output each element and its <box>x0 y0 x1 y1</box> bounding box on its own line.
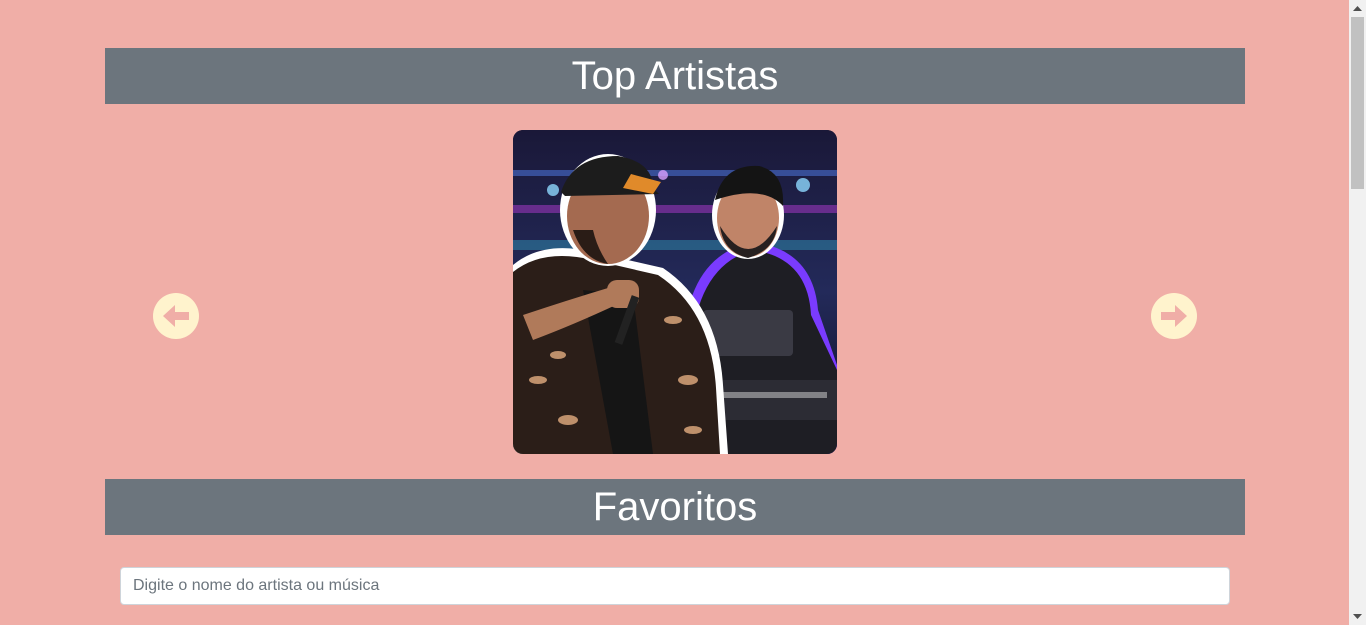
artist-photo <box>513 130 837 454</box>
scrollbar-thumb[interactable] <box>1351 17 1364 189</box>
carousel-artist-image[interactable] <box>513 130 837 454</box>
vertical-scrollbar[interactable] <box>1349 0 1366 625</box>
carousel-prev-button[interactable] <box>153 293 199 339</box>
top-artists-header: Top Artistas <box>105 48 1245 104</box>
arrow-left-icon <box>163 305 189 327</box>
scroll-down-icon[interactable] <box>1349 608 1366 625</box>
scroll-up-icon[interactable] <box>1349 0 1366 17</box>
carousel-next-button[interactable] <box>1151 293 1197 339</box>
top-artists-title: Top Artistas <box>571 53 779 98</box>
favorites-title: Favoritos <box>592 484 758 529</box>
search-input[interactable] <box>120 567 1230 605</box>
page: Top Artistas Favoritos Digite o nome do … <box>0 0 1349 625</box>
favorites-header: Favoritos <box>105 479 1245 535</box>
arrow-right-icon <box>1161 305 1187 327</box>
